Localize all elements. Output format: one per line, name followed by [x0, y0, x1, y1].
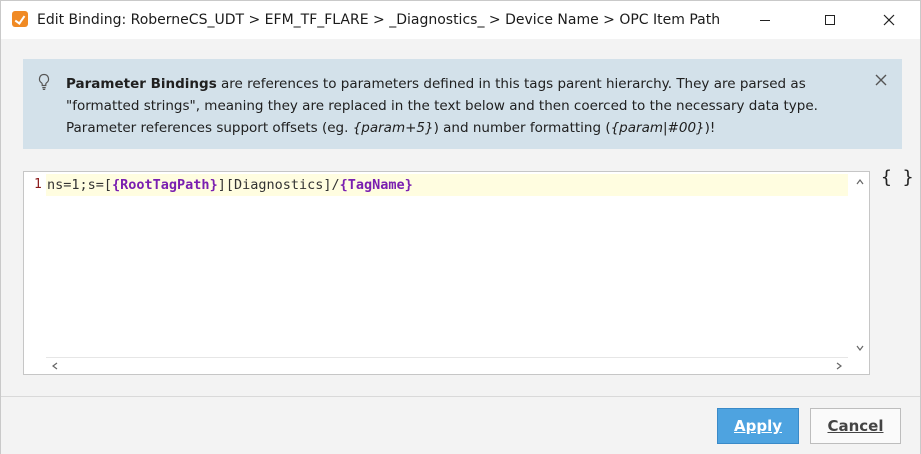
cancel-button[interactable]: Cancel: [810, 408, 901, 444]
vertical-scrollbar[interactable]: [851, 173, 868, 355]
dialog-footer: Apply Cancel: [1, 396, 920, 454]
dialog-content: Parameter Bindings are references to par…: [1, 39, 920, 396]
info-text-part-2: ) and number formatting (: [433, 120, 611, 136]
maximize-button[interactable]: [807, 1, 853, 39]
info-text: Parameter Bindings are references to par…: [66, 73, 856, 139]
code-editor[interactable]: 1 ns=1;s=[{RootTagPath}][Diagnostics]/{T…: [23, 171, 870, 375]
info-heading: Parameter Bindings: [66, 76, 217, 92]
edit-binding-app-icon: [12, 11, 28, 27]
title-bar[interactable]: Edit Binding: RoberneCS_UDT > EFM_TF_FLA…: [1, 1, 920, 39]
code-middle: ][Diagnostics]/: [217, 177, 340, 193]
lightbulb-icon: [38, 73, 50, 90]
parameter-token-roottagpath: {RootTagPath}: [112, 177, 218, 193]
apply-button[interactable]: Apply: [717, 408, 799, 444]
cancel-label: Cancel: [827, 417, 884, 435]
close-icon[interactable]: [874, 73, 888, 87]
parameter-bindings-info: Parameter Bindings are references to par…: [23, 59, 902, 149]
info-example-format: {param|#00}: [610, 120, 705, 136]
horizontal-scrollbar[interactable]: [46, 357, 848, 373]
line-number: 1: [34, 177, 42, 192]
info-text-part-3: )!: [704, 120, 716, 136]
window-title: Edit Binding: RoberneCS_UDT > EFM_TF_FLA…: [37, 12, 721, 28]
scroll-left-icon[interactable]: [52, 362, 58, 370]
info-example-offset: {param+5}: [352, 120, 434, 136]
code-text: ns=1;s=[{RootTagPath}][Diagnostics]/{Tag…: [47, 177, 413, 193]
close-window-button[interactable]: [866, 1, 912, 39]
scroll-up-icon[interactable]: [856, 179, 864, 185]
code-prefix: ns=1;s=[: [47, 177, 113, 193]
code-line[interactable]: ns=1;s=[{RootTagPath}][Diagnostics]/{Tag…: [46, 174, 848, 196]
parameter-token-tagname: {TagName}: [339, 177, 413, 193]
apply-label: Apply: [733, 417, 782, 435]
edit-binding-dialog: Edit Binding: RoberneCS_UDT > EFM_TF_FLA…: [0, 0, 921, 454]
close-icon: [883, 14, 895, 26]
scroll-right-icon[interactable]: [836, 362, 842, 370]
line-gutter: 1: [24, 172, 46, 374]
insert-parameter-button[interactable]: { }: [881, 167, 914, 188]
minimize-button[interactable]: [742, 1, 788, 39]
maximize-icon: [825, 15, 835, 25]
minimize-icon: [760, 19, 770, 21]
scroll-down-icon[interactable]: [856, 345, 864, 351]
